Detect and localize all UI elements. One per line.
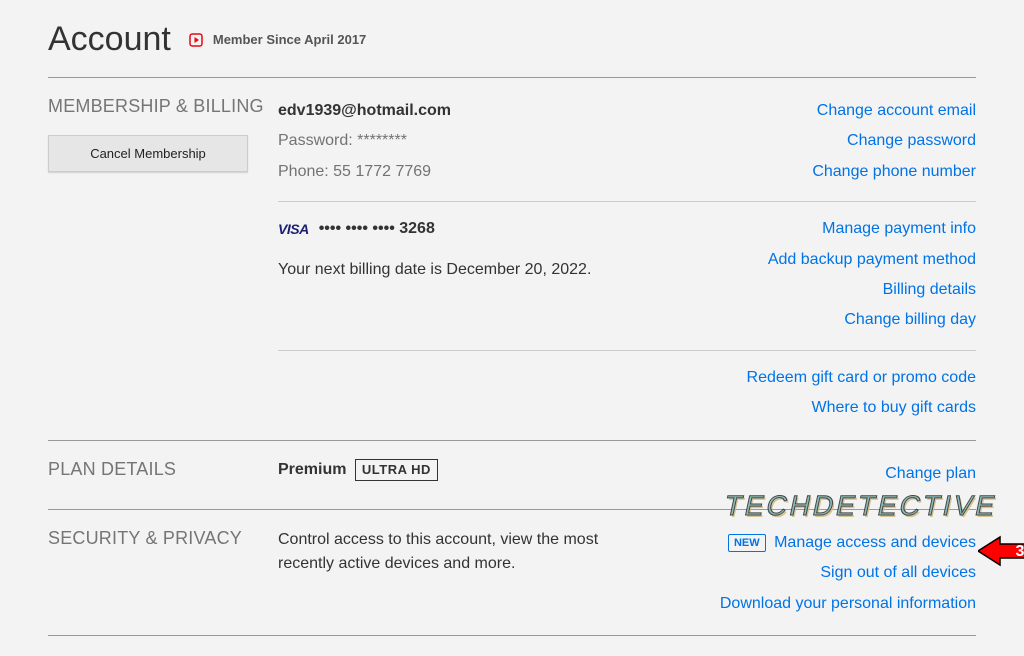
ultra-hd-badge: ULTRA HD (355, 459, 438, 481)
change-password-link[interactable]: Change password (812, 126, 976, 156)
change-email-link[interactable]: Change account email (812, 96, 976, 126)
sign-out-all-devices-link[interactable]: Sign out of all devices (720, 558, 976, 588)
manage-payment-link[interactable]: Manage payment info (768, 214, 976, 244)
cancel-membership-button[interactable]: Cancel Membership (48, 135, 248, 172)
plan-section: PLAN DETAILS Premium ULTRA HD Change pla… (48, 441, 976, 489)
payment-card: VISA •••• •••• •••• 3268 (278, 214, 591, 244)
membership-heading: MEMBERSHIP & BILLING (48, 96, 278, 117)
card-last4: •••• •••• •••• 3268 (319, 214, 435, 244)
download-personal-info-link[interactable]: Download your personal information (720, 589, 976, 619)
account-email: edv1939@hotmail.com (278, 96, 451, 126)
change-phone-link[interactable]: Change phone number (812, 157, 976, 187)
annotation-step-number: 3 (1016, 543, 1024, 560)
new-badge: NEW (728, 534, 766, 552)
membership-section: MEMBERSHIP & BILLING Cancel Membership e… (48, 78, 976, 424)
security-heading: SECURITY & PRIVACY (48, 528, 278, 549)
change-plan-link[interactable]: Change plan (885, 459, 976, 489)
security-description: Control access to this account, view the… (278, 528, 638, 576)
member-since-text: Member Since April 2017 (213, 32, 366, 47)
billing-details-link[interactable]: Billing details (768, 275, 976, 305)
add-backup-payment-link[interactable]: Add backup payment method (768, 245, 976, 275)
membership-badge-icon (187, 31, 205, 49)
next-billing-date: Your next billing date is December 20, 2… (278, 255, 591, 285)
where-buy-gift-cards-link[interactable]: Where to buy gift cards (747, 393, 976, 423)
plan-name: Premium (278, 461, 346, 479)
member-since: Member Since April 2017 (187, 31, 366, 49)
page-title: Account (48, 20, 171, 59)
password-row: Password: ******** (278, 126, 451, 156)
annotation-arrow-icon: 3 (978, 534, 1024, 573)
plan-heading: PLAN DETAILS (48, 459, 278, 480)
security-section: SECURITY & PRIVACY Control access to thi… (48, 510, 976, 619)
change-billing-day-link[interactable]: Change billing day (768, 305, 976, 335)
visa-icon: VISA (278, 216, 309, 243)
redeem-gift-card-link[interactable]: Redeem gift card or promo code (747, 363, 976, 393)
phone-row: Phone: 55 1772 7769 (278, 157, 451, 187)
manage-devices-link[interactable]: Manage access and devices (774, 534, 976, 551)
